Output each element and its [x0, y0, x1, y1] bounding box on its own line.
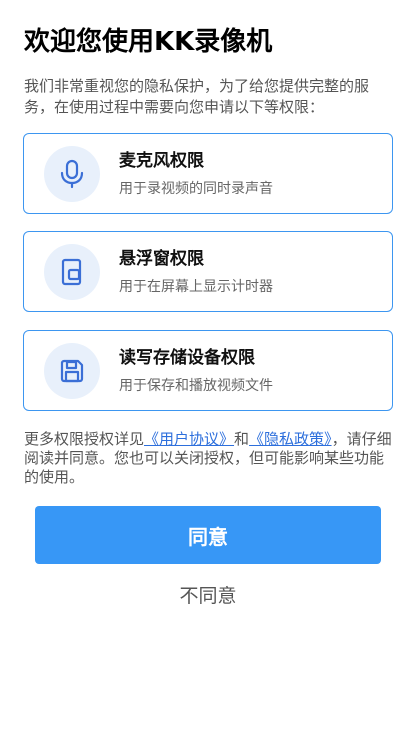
storage-icon — [44, 343, 100, 399]
permission-desc: 用于保存和播放视频文件 — [119, 378, 273, 394]
page-title: 欢迎您使用KK录像机 — [24, 27, 273, 57]
permission-desc: 用于录视频的同时录声音 — [119, 181, 273, 197]
policy-prefix: 更多权限授权详见 — [24, 430, 145, 448]
privacy-policy-link[interactable]: 《隐私政策》 — [249, 430, 332, 448]
permission-card-storage: 读写存储设备权限 用于保存和播放视频文件 — [23, 330, 393, 411]
permission-card-microphone: 麦克风权限 用于录视频的同时录声音 — [23, 133, 393, 214]
permission-desc: 用于在屏幕上显示计时器 — [119, 279, 273, 295]
floating-window-icon — [44, 244, 100, 300]
microphone-icon — [44, 146, 100, 202]
disagree-button[interactable]: 不同意 — [35, 577, 381, 611]
policy-notice: 更多权限授权详见《用户协议》和《隐私政策》，请仔细阅读并同意。您也可以关闭授权，… — [24, 430, 394, 487]
intro-text: 我们非常重视您的隐私保护，为了给您提供完整的服务，在使用过程中需要向您申请以下等… — [24, 77, 370, 116]
permission-title: 麦克风权限 — [119, 151, 204, 171]
permission-title: 读写存储设备权限 — [119, 348, 255, 368]
permission-dialog: 欢迎您使用KK录像机 我们非常重视您的隐私保护，为了给您提供完整的服务，在使用过… — [0, 0, 416, 741]
agree-button[interactable]: 同意 — [35, 506, 381, 564]
permission-title: 悬浮窗权限 — [119, 249, 204, 269]
user-agreement-link[interactable]: 《用户协议》 — [144, 430, 234, 448]
policy-and: 和 — [234, 430, 250, 448]
permission-card-floating-window: 悬浮窗权限 用于在屏幕上显示计时器 — [23, 231, 393, 312]
